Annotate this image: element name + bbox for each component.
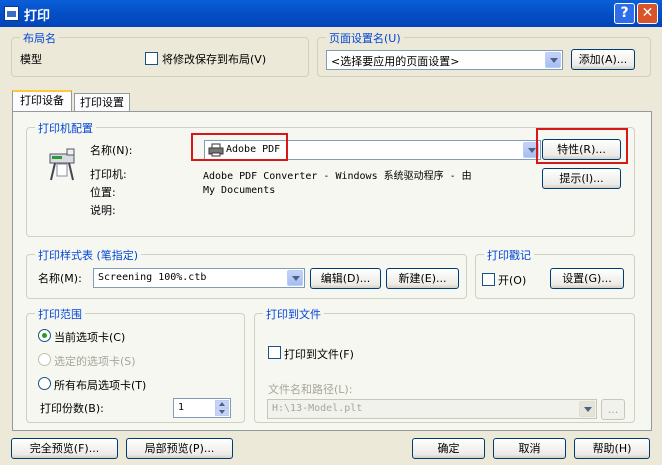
save-to-layout-checkbox[interactable] [145,52,158,65]
file-path-select: H:\13-Model.plt [267,399,597,419]
description-label: 说明: [90,204,116,217]
selected-tabs-label: 选定的选项卡(S) [54,355,136,368]
printer-name-highlight [191,133,288,161]
ok-button[interactable]: 确定 [412,438,485,459]
plot-to-file-group: 打印到文件 打印到文件(F) 文件名和路径(L): H:\13-Model.pl… [254,306,635,423]
plot-range-label: 打印范围 [35,306,85,322]
copies-stepper[interactable]: 1 [173,398,231,418]
window-title: 打印 [24,9,51,24]
radio-selected-tabs [38,353,51,366]
add-page-setup-button[interactable]: 添加(A)... [571,49,635,70]
layout-name-value: 模型 [20,53,42,66]
tab-plot-settings[interactable]: 打印设置 [74,93,130,113]
plot-style-name-label: 名称(M): [38,272,82,285]
all-layout-tabs-label: 所有布局选项卡(T) [54,379,147,392]
new-style-button[interactable]: 新建(E)... [386,268,459,289]
printer-name-label: 名称(N): [90,144,133,157]
tab-printer-device[interactable]: 打印设备 [12,90,72,112]
layout-name-group: 布局名 模型 将修改保存到布局(V) [11,30,309,77]
plotter-icon [49,148,75,181]
close-icon[interactable]: ✕ [637,3,658,24]
plot-stamp-on-checkbox[interactable] [482,273,495,286]
copies-label: 打印份数(B): [40,402,104,415]
layout-name-label: 布局名 [20,30,59,46]
chevron-down-icon [545,52,561,68]
spin-down-icon[interactable] [215,408,229,416]
spin-up-icon[interactable] [215,400,229,408]
plot-to-file-label: 打印到文件 [263,306,324,322]
plot-range-group: 打印范围 当前选项卡(C) 选定的选项卡(S) 所有布局选项卡(T) 打印份数(… [26,306,245,423]
plot-stamp-label: 打印戳记 [484,247,534,263]
plot-style-label: 打印样式表 (笔指定) [35,247,142,263]
save-to-layout-label: 将修改保存到布局(V) [162,53,267,66]
partial-preview-button[interactable]: 局部预览(P)... [126,438,233,459]
current-tab-label: 当前选项卡(C) [54,331,126,344]
plot-to-file-checkbox-label: 打印到文件(F) [284,348,354,361]
printer-config-label: 打印机配置 [35,120,96,136]
plot-stamp-on-label: 开(O) [498,274,527,287]
properties-highlight [536,128,628,164]
plot-style-group: 打印样式表 (笔指定) 名称(M): Screening 100%.ctb 编辑… [26,247,467,299]
printer-label: 打印机: [90,168,127,181]
radio-current-tab[interactable] [38,329,51,342]
printer-value: Adobe PDF Converter - Windows 系统驱动程序 - 由 [203,171,472,182]
plot-style-select[interactable]: Screening 100%.ctb [93,268,305,288]
browse-path-button: ... [601,399,625,420]
title-bar: 打印 [0,0,662,27]
help-button[interactable]: 帮助(H) [574,438,650,459]
file-path-label: 文件名和路径(L): [268,383,353,396]
page-setup-select[interactable]: <选择要应用的页面设置> [326,50,563,70]
location-value: My Documents [203,185,276,196]
chevron-down-icon [287,270,303,286]
radio-all-layout-tabs[interactable] [38,377,51,390]
printer-config-group: 打印机配置 名称(N): Adobe PDF 特性(R)... 提示(I)...… [26,120,635,237]
page-setup-label: 页面设置名(U) [326,30,404,46]
edit-style-button[interactable]: 编辑(D)... [310,268,381,289]
chevron-down-icon [579,401,595,417]
help-title-button[interactable]: ? [614,3,635,24]
tab-panel: 打印机配置 名称(N): Adobe PDF 特性(R)... 提示(I)...… [12,111,652,431]
page-setup-group: 页面设置名(U) <选择要应用的页面设置> 添加(A)... [317,30,651,77]
location-label: 位置: [90,186,116,199]
plot-stamp-settings-button[interactable]: 设置(G)... [550,268,624,289]
full-preview-button[interactable]: 完全预览(F)... [11,438,118,459]
cancel-button[interactable]: 取消 [493,438,566,459]
plot-to-file-checkbox[interactable] [268,346,281,359]
app-icon [4,6,19,21]
plot-stamp-group: 打印戳记 开(O) 设置(G)... [475,247,635,299]
hint-button[interactable]: 提示(I)... [542,168,621,189]
